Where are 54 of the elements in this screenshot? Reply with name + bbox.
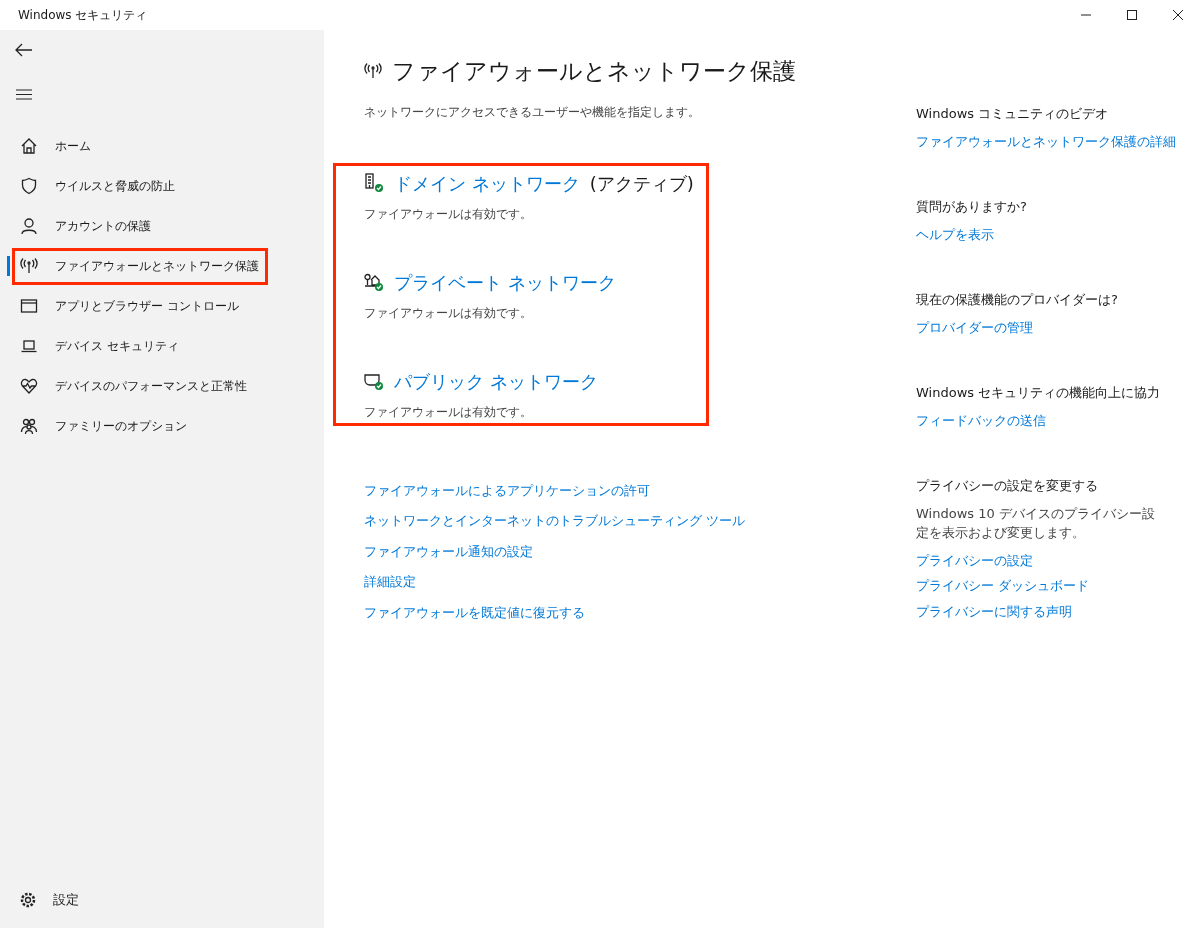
settings-link[interactable]: ネットワークとインターネットのトラブルシューティング ツール	[364, 511, 746, 531]
page-description: ネットワークにアクセスできるユーザーや機能を指定します。	[364, 103, 701, 121]
settings-icon	[20, 892, 36, 908]
domain-network-icon	[364, 173, 384, 193]
back-arrow-icon	[15, 43, 33, 57]
network-link[interactable]: パブリック ネットワーク	[394, 367, 598, 395]
settings-link[interactable]: ファイアウォールを既定値に復元する	[364, 602, 585, 622]
firewall-status: ファイアウォールは有効です。	[364, 403, 533, 421]
private-network-icon	[364, 272, 384, 292]
help-link[interactable]: プライバシー ダッシュボード	[916, 576, 1090, 596]
settings-item[interactable]: 設定	[15, 890, 79, 910]
window-title: Windows セキュリティ	[18, 7, 148, 24]
aside-description: Windows 10 デバイスのプライバシー設定を表示および変更します。	[916, 504, 1156, 542]
nav-item[interactable]: ウイルスと脅威の防止	[12, 167, 248, 205]
aside-heading: Windows セキュリティの機能向上に協力	[916, 384, 1161, 402]
home-icon	[20, 137, 38, 155]
heart-icon	[20, 377, 38, 395]
maximize-icon	[1127, 10, 1137, 20]
aside-heading: Windows コミュニティのビデオ	[916, 105, 1110, 123]
help-link[interactable]: プライバシーに関する声明	[916, 601, 1072, 621]
settings-link[interactable]: ファイアウォールによるアプリケーションの許可	[364, 480, 650, 500]
family-icon	[20, 417, 38, 435]
shield-icon	[20, 177, 38, 195]
aside-heading: 現在の保護機能のプロバイダーは?	[916, 291, 1119, 309]
network-link[interactable]: プライベート ネットワーク	[394, 268, 616, 296]
help-link[interactable]: ヘルプを表示	[916, 224, 994, 244]
aside-heading: 質問がありますか?	[916, 198, 1028, 216]
active-label: (アクティブ)	[589, 171, 694, 196]
nav-item[interactable]: アカウントの保護	[12, 207, 248, 245]
nav-item[interactable]: ホーム	[12, 127, 248, 165]
firewall-status: ファイアウォールは有効です。	[364, 205, 533, 223]
menu-icon	[16, 88, 32, 100]
help-link[interactable]: フィードバックの送信	[916, 410, 1046, 430]
nav-item[interactable]: デバイス セキュリティ	[12, 327, 248, 365]
help-link[interactable]: ファイアウォールとネットワーク保護の詳細	[916, 131, 1176, 151]
close-icon	[1173, 10, 1183, 20]
nav-item[interactable]: デバイスのパフォーマンスと正常性	[12, 367, 256, 405]
settings-link[interactable]: 詳細設定	[364, 572, 416, 592]
laptop-icon	[20, 337, 38, 355]
aside-heading: プライバシーの設定を変更する	[916, 477, 1099, 495]
page-title: ファイアウォールとネットワーク保護	[392, 57, 796, 86]
nav-item[interactable]: ファイアウォールとネットワーク保護	[12, 247, 268, 285]
settings-link[interactable]: ファイアウォール通知の設定	[364, 541, 533, 561]
antenna-icon	[364, 62, 382, 81]
help-link[interactable]: プロバイダーの管理	[916, 317, 1033, 337]
person-icon	[20, 217, 38, 235]
firewall-status: ファイアウォールは有効です。	[364, 304, 533, 322]
help-link[interactable]: プライバシーの設定	[916, 550, 1033, 570]
nav-item[interactable]: ファミリーのオプション	[12, 407, 248, 445]
antenna-icon	[20, 257, 38, 275]
public-network-icon	[364, 371, 384, 391]
network-link[interactable]: ドメイン ネットワーク	[394, 169, 580, 197]
nav-item[interactable]: アプリとブラウザー コントロール	[12, 287, 248, 325]
window-icon	[20, 297, 38, 315]
